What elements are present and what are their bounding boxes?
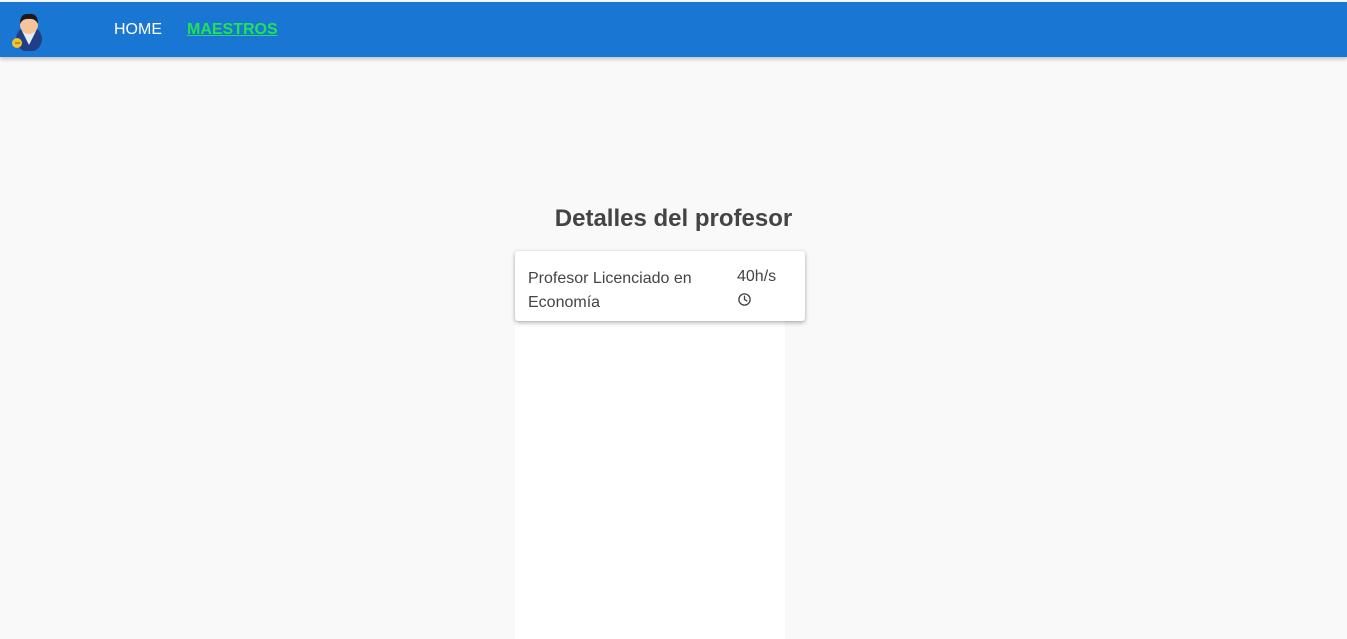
page-title: Detalles del profesor bbox=[554, 205, 793, 232]
content-column bbox=[515, 321, 785, 639]
teacher-detail-card: Profesor Licenciado en Economía 40h/s bbox=[515, 251, 805, 321]
clock-icon bbox=[738, 293, 751, 306]
top-navbar: HOME MAESTROS bbox=[0, 2, 1347, 57]
nav-maestros-link[interactable]: MAESTROS bbox=[187, 21, 278, 39]
nav-home-link[interactable]: HOME bbox=[114, 21, 162, 39]
teacher-hours-text: 40h/s bbox=[737, 268, 777, 285]
teacher-avatar-icon[interactable] bbox=[10, 11, 48, 51]
teacher-degree-text: Profesor Licenciado en Economía bbox=[528, 270, 692, 311]
